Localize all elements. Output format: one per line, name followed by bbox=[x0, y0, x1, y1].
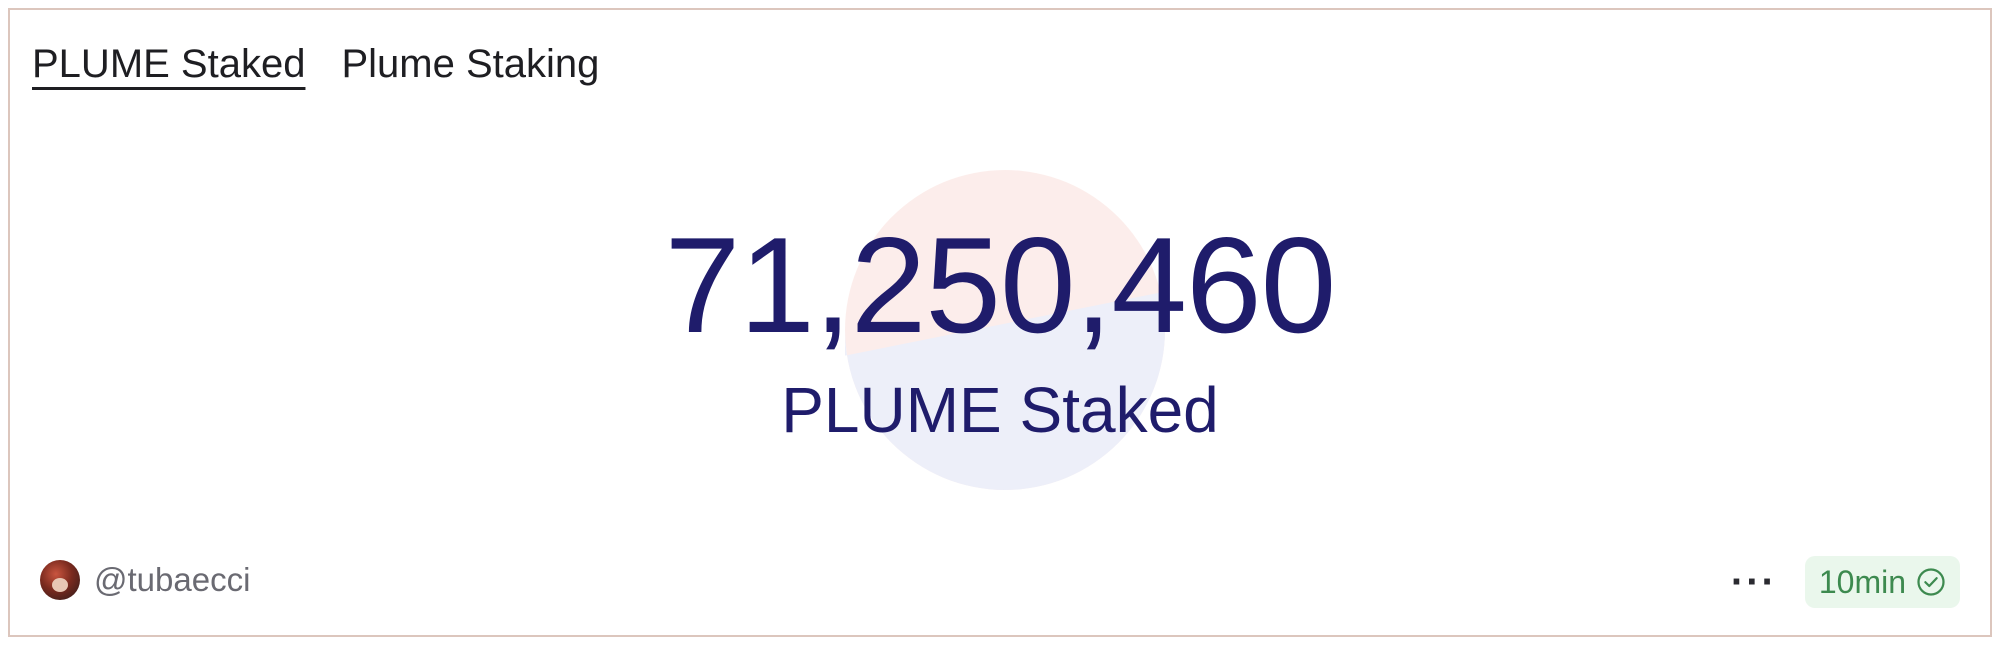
refresh-interval: 10min bbox=[1818, 563, 1906, 600]
visualization-tabs: PLUME Staked Plume Staking bbox=[32, 40, 599, 88]
counter-card: PLUME Staked Plume Staking 71,250,460 PL… bbox=[8, 8, 1992, 637]
check-circle-icon bbox=[1917, 568, 1945, 596]
more-dots-icon[interactable]: ··· bbox=[1731, 562, 1777, 602]
card-actions: ··· 10min bbox=[1731, 556, 1960, 608]
author-username[interactable]: @tubaecci bbox=[94, 561, 250, 599]
author-info: @tubaecci bbox=[40, 560, 250, 600]
refresh-status-badge[interactable]: 10min bbox=[1804, 556, 1960, 608]
tab-plume-staking[interactable]: Plume Staking bbox=[341, 40, 599, 88]
tab-plume-staked[interactable]: PLUME Staked bbox=[32, 40, 305, 88]
user-avatar[interactable] bbox=[40, 560, 80, 600]
counter-value: 71,250,460 bbox=[664, 209, 1337, 361]
counter-label: PLUME Staked bbox=[781, 374, 1219, 446]
